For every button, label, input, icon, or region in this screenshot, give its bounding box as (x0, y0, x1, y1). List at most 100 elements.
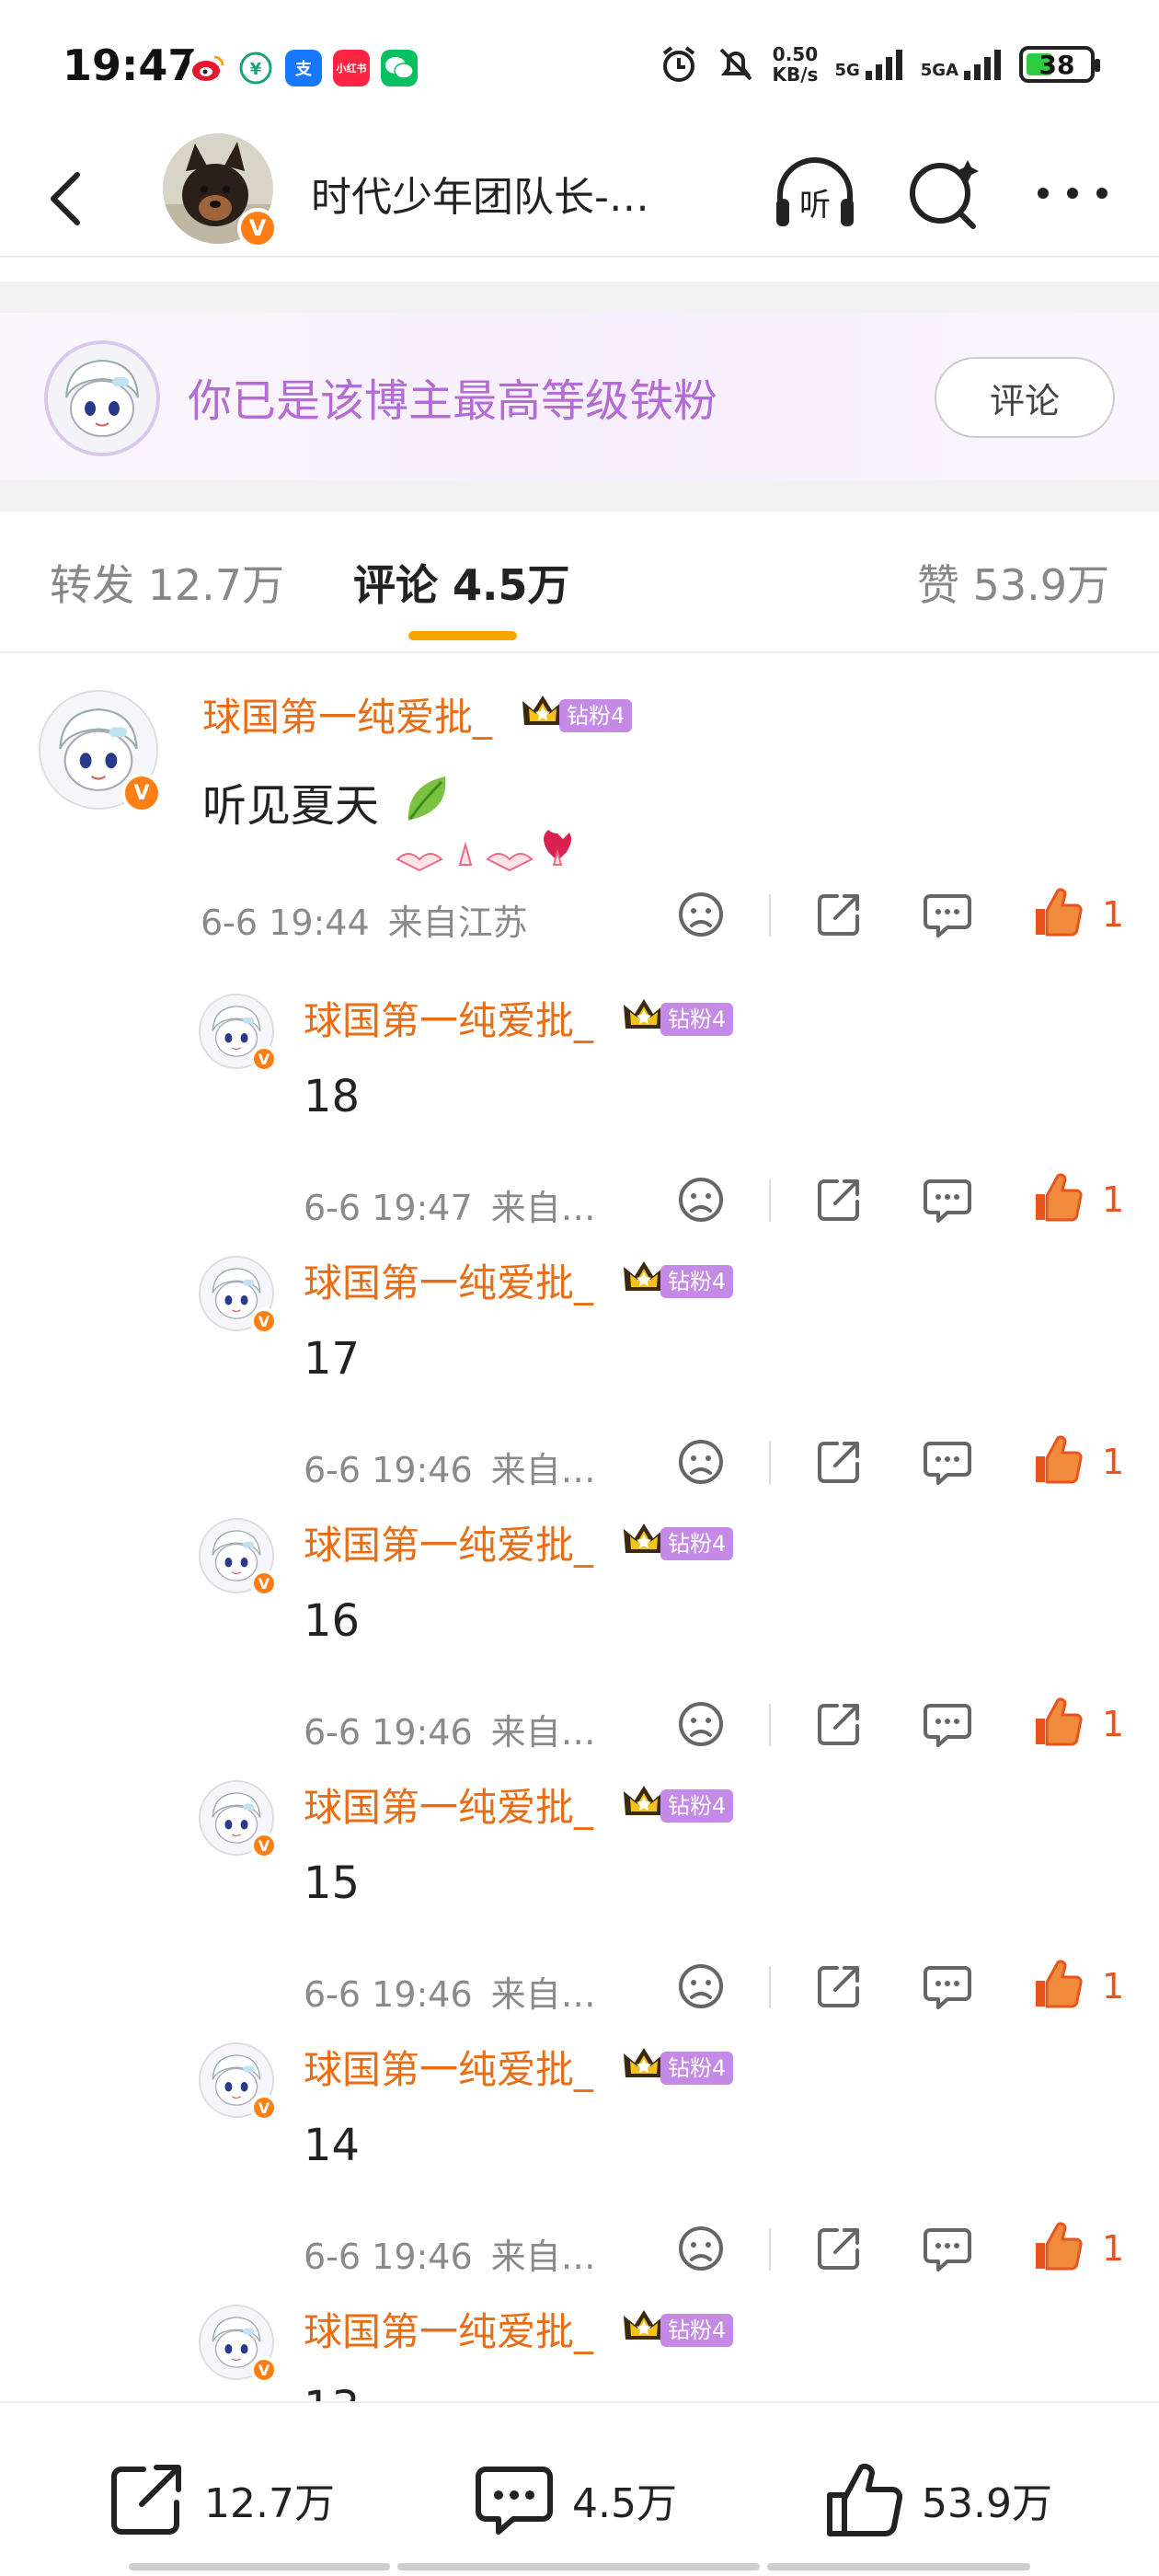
username[interactable]: 球国第一纯爱批_ (304, 1514, 593, 1570)
search-icon (910, 160, 979, 229)
comment-count: 4.5万 (572, 2480, 677, 2527)
share-comment-button[interactable] (813, 1174, 865, 1225)
dislike-button[interactable] (675, 2223, 727, 2274)
repost-count: 12.7万 (204, 2480, 335, 2527)
comment-location: 来自… (490, 1450, 596, 1490)
comment-button[interactable]: 评论 (935, 357, 1115, 438)
signal-bars-icon (964, 50, 1001, 80)
comment-like-button[interactable] (1032, 887, 1084, 938)
username[interactable]: 球国第一纯爱批_ (202, 686, 492, 742)
verified-badge-icon: V (237, 208, 278, 248)
dislike-button[interactable] (675, 889, 727, 940)
username[interactable]: 球国第一纯爱批_ (304, 990, 593, 1046)
comment-meta: 6-6 19:46 来自… (304, 1442, 596, 1492)
comment-meta: 6-6 19:47 来自… (304, 1179, 596, 1230)
blogger-avatar[interactable]: V (160, 131, 278, 248)
reply-button[interactable] (922, 1961, 973, 2012)
fan-level-badge: 钻粉4 (660, 1265, 734, 1298)
post-tabs: 转发 12.7万 评论 4.5万 赞 53.9万 (0, 515, 1159, 653)
comment-bubble-icon (924, 1179, 971, 1223)
search-button[interactable] (898, 147, 990, 239)
action-divider (769, 2228, 771, 2271)
mute-bell-icon (719, 48, 752, 81)
more-dots-icon (1038, 188, 1107, 199)
dislike-button[interactable] (675, 1174, 727, 1225)
comment-action-button[interactable]: 4.5万 (473, 2458, 677, 2541)
comment-like-count: 1 (1102, 894, 1125, 935)
fan-level-badge: 钻粉4 (660, 1003, 734, 1036)
dislike-button[interactable] (675, 1961, 727, 2012)
share-comment-button[interactable] (813, 1698, 865, 1750)
comment-location: 来自… (490, 1188, 596, 1228)
dislike-button[interactable] (675, 1436, 727, 1488)
comment-like-button[interactable] (1032, 1434, 1084, 1486)
comment-time: 6-6 19:46 (304, 2237, 473, 2277)
comment-bubble-icon (924, 1442, 971, 1485)
comment-time: 6-6 19:44 (201, 903, 370, 943)
like-button[interactable]: 53.9万 (822, 2458, 1052, 2541)
fan-level-badge: 钻粉4 (660, 2314, 734, 2347)
comment-like-button[interactable] (1032, 1172, 1084, 1224)
comment-like-count: 1 (1102, 2228, 1125, 2269)
comment-bubble-icon (476, 2467, 553, 2535)
sad-face-icon (679, 1702, 723, 1746)
thumbs-up-icon (1036, 1697, 1083, 1746)
share-icon (818, 2228, 859, 2270)
comment-bubble-icon (924, 1966, 971, 2009)
separator (0, 480, 1159, 512)
dislike-button[interactable] (675, 1698, 727, 1750)
comment-bubble-icon (924, 1704, 971, 1747)
username[interactable]: 球国第一纯爱批_ (304, 2039, 593, 2095)
verified-badge-icon: V (250, 2356, 278, 2384)
reply-item: V 球国第一纯爱批_ 钻粉4 18 6-6 19:47 来自… 1 (0, 975, 1159, 1233)
verified-badge-icon: V (250, 1307, 278, 1335)
verified-badge-icon: V (250, 1570, 278, 1597)
username[interactable]: 球国第一纯爱批_ (304, 1777, 593, 1833)
action-divider (769, 1442, 771, 1484)
action-divider (769, 1966, 771, 2008)
fan-level-badge: 钻粉4 (559, 699, 633, 732)
repost-button[interactable]: 12.7万 (105, 2458, 335, 2541)
signal-bars-icon (865, 50, 902, 80)
comment-text: 17 (304, 1333, 361, 1385)
comment-bubble-icon (924, 894, 971, 937)
crown-icon (622, 2308, 666, 2345)
listen-button[interactable]: 听 (769, 147, 861, 239)
share-comment-button[interactable] (813, 2223, 865, 2274)
crown-icon (622, 997, 666, 1034)
blogger-name[interactable]: 时代少年团队长-… (311, 164, 734, 223)
share-icon (818, 1179, 859, 1221)
anime-avatar-image (48, 344, 156, 453)
reply-button[interactable] (922, 1436, 973, 1488)
share-comment-button[interactable] (813, 889, 865, 940)
comment-like-count: 1 (1102, 1442, 1125, 1482)
verified-badge-icon: V (121, 773, 162, 813)
comment-meta: 6-6 19:46 来自… (304, 2228, 596, 2279)
share-comment-button[interactable] (813, 1961, 865, 2012)
back-button[interactable] (37, 166, 101, 230)
username[interactable]: 球国第一纯爱批_ (304, 2301, 593, 2357)
like-count: 53.9万 (922, 2480, 1052, 2527)
reply-button[interactable] (922, 1174, 973, 1225)
gesture-bar (397, 2563, 760, 2570)
tab-likes[interactable]: 赞 53.9万 (917, 552, 1109, 613)
comment-item: V 球国第一纯爱批_ 钻粉4 听见夏天 6-6 19:44 来自江苏 1 (0, 681, 1159, 957)
reply-item: V 球国第一纯爱批_ 钻粉4 17 6-6 19:46 来自… 1 (0, 1237, 1159, 1495)
more-button[interactable] (1027, 147, 1119, 239)
share-icon (818, 1704, 859, 1745)
thumbs-up-icon (1036, 888, 1083, 937)
reply-button[interactable] (922, 1698, 973, 1750)
reply-button[interactable] (922, 2223, 973, 2274)
comment-like-button[interactable] (1032, 1696, 1084, 1748)
comment-like-button[interactable] (1032, 1959, 1084, 2010)
reply-item: V 球国第一纯爱批_ 钻粉4 15 6-6 19:46 来自… 1 (0, 1762, 1159, 2019)
tab-comments[interactable]: 评论 4.5万 (353, 552, 570, 613)
share-comment-button[interactable] (813, 1436, 865, 1488)
comment-like-button[interactable] (1032, 2221, 1084, 2272)
reply-button[interactable] (922, 889, 973, 940)
tab-repost[interactable]: 转发 12.7万 (50, 552, 284, 613)
bottom-action-bar: 12.7万 4.5万 53.9万 (0, 2401, 1159, 2576)
username[interactable]: 球国第一纯爱批_ (304, 1252, 593, 1308)
signal-5ga: 5GA (921, 49, 1003, 80)
comment-meta: 6-6 19:46 来自… (304, 1704, 596, 1754)
